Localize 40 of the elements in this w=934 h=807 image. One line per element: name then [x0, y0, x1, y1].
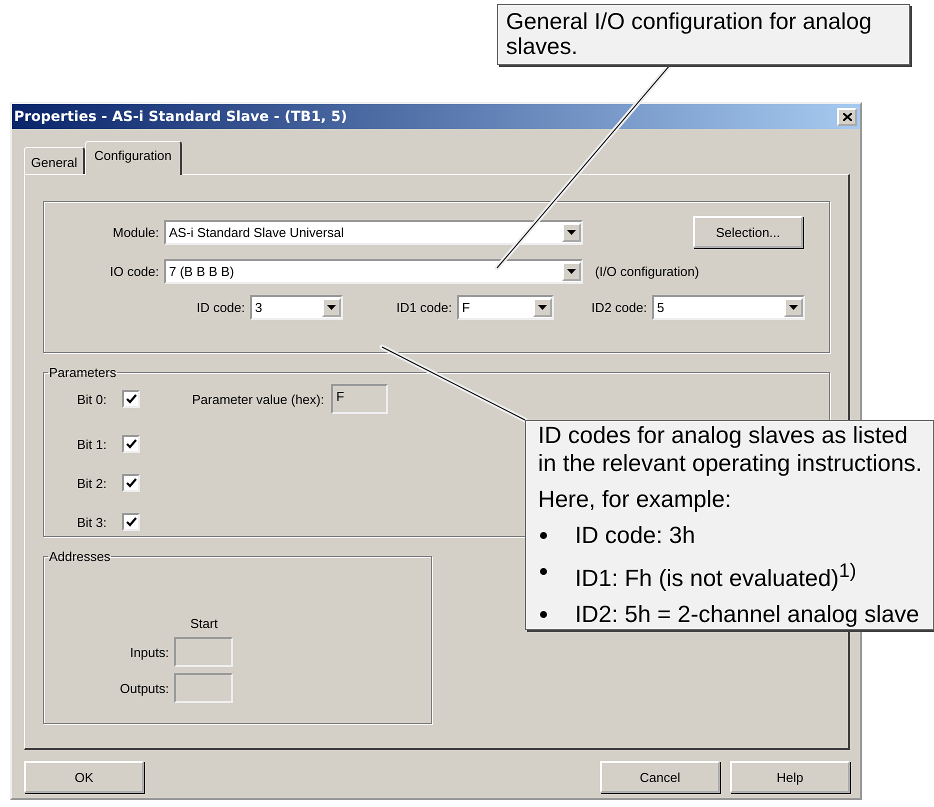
field-label: Outputs: — [118, 680, 170, 696]
field-label: ID1 code: — [395, 300, 453, 315]
selection-button[interactable]: Selection... — [693, 216, 803, 248]
field-label: ID code: — [196, 300, 246, 315]
combo-box[interactable]: AS-i Standard Slave Universal — [164, 220, 583, 244]
field-label: ID2 code: — [590, 300, 648, 315]
window-title: Properties - AS-i Standard Slave - (TB1, 5) — [14, 108, 348, 124]
field-label: IO code: — [108, 264, 160, 279]
combo-value: 3 — [255, 300, 262, 315]
field-label: Inputs: — [128, 644, 170, 660]
combo-value: 7 (B B B B) — [169, 264, 234, 279]
dialog-button[interactable]: Help — [730, 761, 850, 793]
checkbox-label: Bit 0: — [77, 392, 108, 406]
callout-text: ID code: 3h — [575, 521, 696, 549]
callout-text: ID2: 5h = 2-channel analog slave — [575, 600, 920, 628]
combo-value: AS-i Standard Slave Universal — [169, 224, 344, 240]
combo-box[interactable]: 7 (B B B B) — [164, 259, 583, 284]
combo-box[interactable]: 3 — [250, 295, 343, 320]
combo-box[interactable]: F — [457, 295, 554, 320]
callout-text: General I/O configuration for analog slaves. — [506, 9, 873, 59]
tab[interactable]: General — [24, 147, 86, 174]
callout-text: ID codes for analog slaves as listed in the relevant operating instructions. — [538, 421, 924, 477]
group-title: Parameters — [48, 365, 118, 380]
combo-value: F — [462, 300, 470, 315]
field-label: Parameter value (hex): — [192, 392, 324, 406]
dialog-button[interactable]: Cancel — [600, 761, 720, 793]
callout-text: ID1: Fh (is not evaluated)$^{1)}$ — [575, 559, 856, 592]
checkbox-label: Bit 1: — [77, 436, 108, 452]
dialog-button[interactable]: OK — [24, 761, 144, 793]
column-header: Start — [189, 616, 219, 631]
tab[interactable]: Configuration — [85, 141, 182, 175]
combo-box[interactable]: 5 — [652, 295, 805, 320]
field-note: (I/O configuration) — [595, 264, 700, 279]
parameter-value-field: F — [331, 384, 388, 414]
checkbox-label: Bit 2: — [77, 476, 108, 490]
callout-text: Here, for example: — [538, 485, 732, 513]
group-title: Addresses — [48, 549, 112, 564]
combo-value: 5 — [657, 300, 664, 315]
field-label: Module: — [112, 224, 160, 240]
checkbox-label: Bit 3: — [77, 514, 108, 530]
